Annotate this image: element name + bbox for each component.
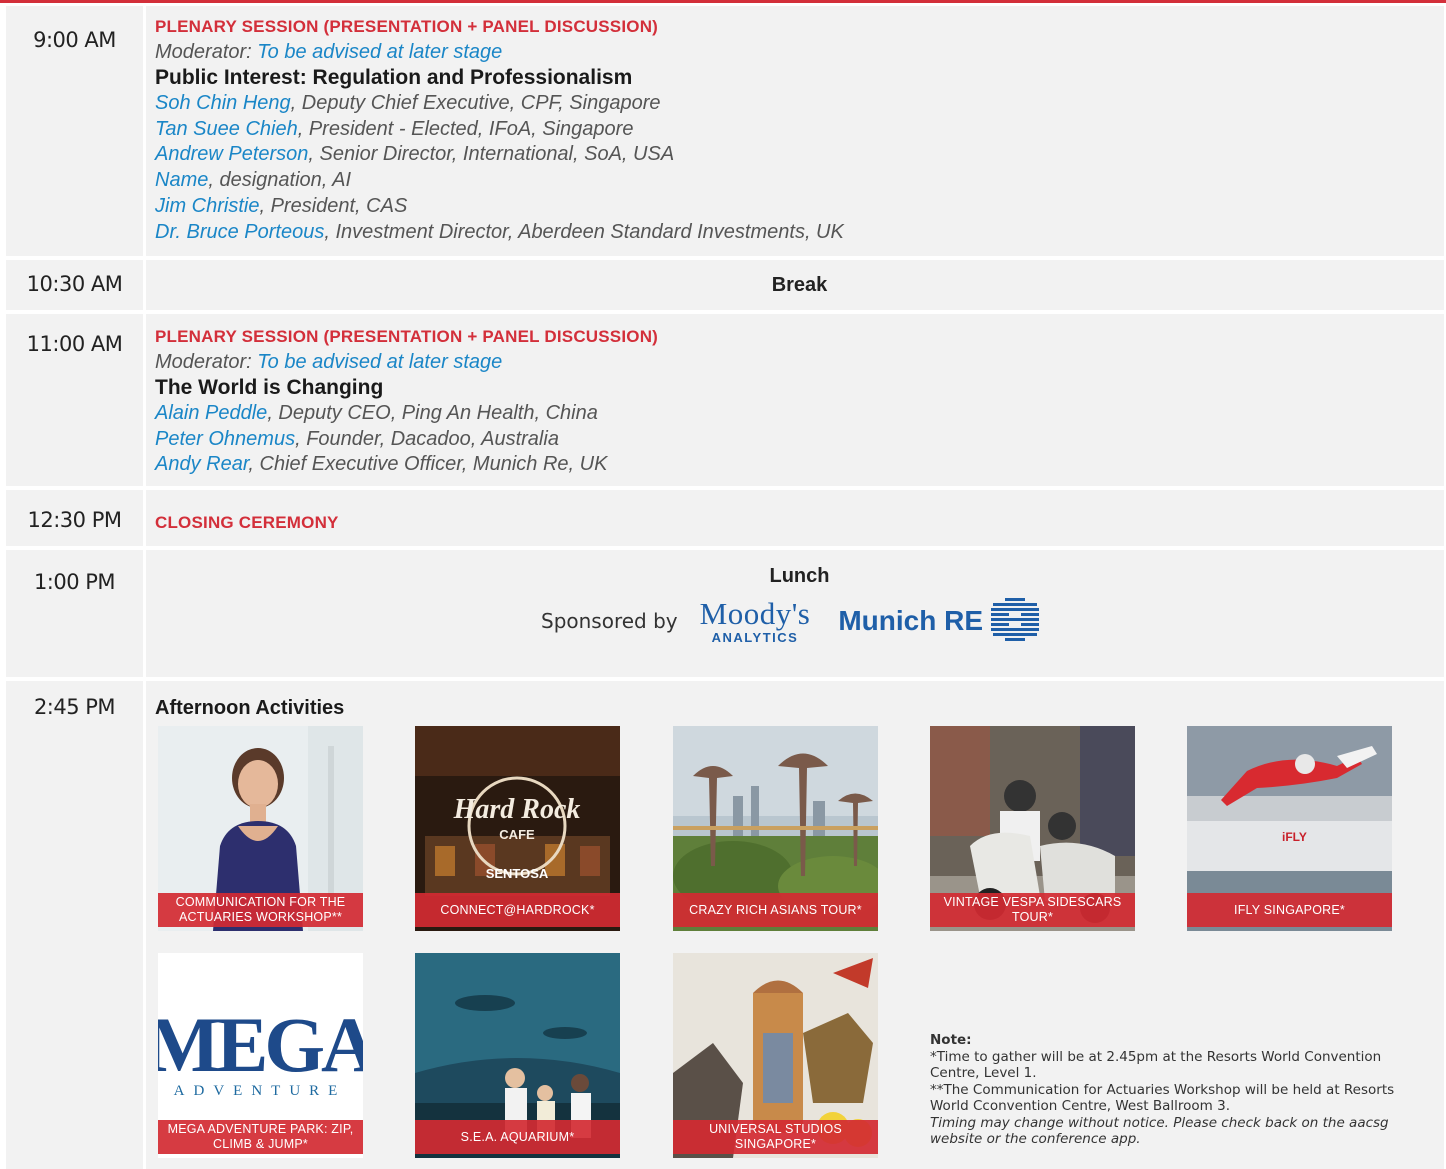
sentosa-sign: SENTOSA xyxy=(486,866,549,881)
note-line-3: Timing may change without notice. Please… xyxy=(930,1114,1389,1148)
schedule-row-1030: 10:30 AM Break xyxy=(6,260,1444,310)
moodys-analytics-logo: Moody's ANALYTICS xyxy=(700,598,811,644)
time-cell: 12:30 PM xyxy=(6,490,143,546)
speaker-role: , Investment Director, Aberdeen Standard… xyxy=(324,220,844,243)
session-cell: PLENARY SESSION (PRESENTATION + PANEL DI… xyxy=(146,6,1444,256)
munich-re-wordmark: Munich RE xyxy=(838,605,984,636)
activity-caption: VINTAGE VESPA SIDESCARS TOUR* xyxy=(930,893,1135,927)
session-cell: PLENARY SESSION (PRESENTATION + PANEL DI… xyxy=(146,314,1444,486)
moderator-line: Moderator: To be advised at later stage xyxy=(155,350,1444,375)
time-cell: 9:00 AM xyxy=(6,6,143,256)
munich-re-logo: Munich RE xyxy=(838,598,1040,644)
speaker-name[interactable]: Soh Chin Heng xyxy=(155,92,291,114)
speaker-role: , Senior Director, International, SoA, U… xyxy=(308,143,675,166)
activity-card-mega-adventure[interactable]: MEGA ADVENTURE MEGA ADVENTURE PARK: ZIP,… xyxy=(158,953,363,1158)
speaker-role: , Deputy Chief Executive, CPF, Singapore xyxy=(290,92,661,114)
speaker-name[interactable]: Dr. Bruce Porteous xyxy=(155,221,324,243)
closing-cell: CLOSING CEREMONY xyxy=(146,490,1444,546)
activity-card-hardrock[interactable]: Hard Rock CAFE SENTOSA CONNECT@HARDROCK* xyxy=(415,726,620,931)
speaker-role: , President, CAS xyxy=(259,194,408,217)
munich-re-emblem-icon xyxy=(991,598,1040,641)
activity-card-ifly[interactable]: iFLY IFLY SINGAPORE* xyxy=(1187,726,1392,931)
schedule-row-0900: 9:00 AM PLENARY SESSION (PRESENTATION + … xyxy=(6,6,1444,256)
moderator-value: To be advised at later stage xyxy=(257,351,503,373)
activity-card-universal-studios[interactable]: UNIVERSAL STUDIOS SINGAPORE* xyxy=(673,953,878,1158)
activity-caption: S.E.A. AQUARIUM* xyxy=(415,1120,620,1154)
session-type: PLENARY SESSION (PRESENTATION + PANEL DI… xyxy=(155,17,659,36)
moderator-label: Moderator: xyxy=(155,351,258,373)
sponsor-row: Sponsored by Moody's ANALYTICS Munich RE xyxy=(541,598,1040,644)
moodys-wordmark: Moody's xyxy=(699,596,811,631)
break-cell: Break xyxy=(146,260,1444,310)
speaker-line: Andrew Peterson, Senior Director, Intern… xyxy=(155,142,1444,168)
speaker-role: , Founder, Dacadoo, Australia xyxy=(295,427,559,450)
activity-card-workshop[interactable]: COMMUNICATION FOR THE ACTUARIES WORKSHOP… xyxy=(158,726,363,931)
time-cell: 2:45 PM xyxy=(6,681,143,1169)
note-heading: Note: xyxy=(930,1032,972,1048)
speaker-line: Soh Chin Heng, Deputy Chief Executive, C… xyxy=(155,91,1444,117)
time-cell: 11:00 AM xyxy=(6,314,143,486)
footnote: Note: *Time to gather will be at 2.45pm … xyxy=(930,1032,1400,1148)
break-label: Break xyxy=(771,274,828,296)
speaker-role: , President - Elected, IFoA, Singapore xyxy=(297,117,634,140)
speaker-name[interactable]: Alain Peddle xyxy=(155,402,267,424)
moderator-label: Moderator: xyxy=(155,41,258,63)
activity-card-sea-aquarium[interactable]: S.E.A. AQUARIUM* xyxy=(415,953,620,1158)
moderator-line: Moderator: To be advised at later stage xyxy=(155,40,1444,65)
afternoon-activities-title: Afternoon Activities xyxy=(155,697,345,719)
speaker-role: , Deputy CEO, Ping An Health, China xyxy=(267,402,598,424)
speaker-line: Dr. Bruce Porteous, Investment Director,… xyxy=(155,220,1444,246)
speaker-line: Jim Christie, President, CAS xyxy=(155,194,1444,220)
speaker-name[interactable]: Name xyxy=(155,169,208,191)
activity-card-crazy-rich-asians[interactable]: CRAZY RICH ASIANS TOUR* xyxy=(673,726,878,931)
top-rule xyxy=(0,0,1446,3)
note-line-1: *Time to gather will be at 2.45pm at the… xyxy=(930,1048,1382,1082)
mega-sign: MEGA xyxy=(158,1001,363,1088)
speaker-line: Tan Suee Chieh, President - Elected, IFo… xyxy=(155,117,1444,143)
speaker-role: , Chief Executive Officer, Munich Re, UK xyxy=(248,453,608,476)
schedule-row-1100: 11:00 AM PLENARY SESSION (PRESENTATION +… xyxy=(6,314,1444,486)
session-title: The World is Changing xyxy=(155,376,384,399)
activity-card-vespa[interactable]: VINTAGE VESPA SIDESCARS TOUR* xyxy=(930,726,1135,931)
note-line-2: **The Communication for Actuaries Worksh… xyxy=(930,1081,1395,1115)
session-title: Public Interest: Regulation and Professi… xyxy=(155,66,633,89)
speaker-line: Andy Rear, Chief Executive Officer, Muni… xyxy=(155,452,1444,478)
activity-caption: COMMUNICATION FOR THE ACTUARIES WORKSHOP… xyxy=(158,893,363,927)
time-cell: 10:30 AM xyxy=(6,260,143,310)
activity-caption: CRAZY RICH ASIANS TOUR* xyxy=(673,893,878,927)
speaker-name[interactable]: Tan Suee Chieh xyxy=(155,118,298,140)
speaker-line: Alain Peddle, Deputy CEO, Ping An Health… xyxy=(155,401,1444,427)
speaker-name[interactable]: Andrew Peterson xyxy=(155,143,308,165)
lunch-label: Lunch xyxy=(769,565,830,587)
speaker-line: Name, designation, AI xyxy=(155,168,1444,194)
activity-caption: MEGA ADVENTURE PARK: ZIP, CLIMB & JUMP* xyxy=(158,1120,363,1154)
schedule-row-1300: 1:00 PM Lunch Sponsored by Moody's ANALY… xyxy=(6,550,1444,677)
closing-ceremony-label: CLOSING CEREMONY xyxy=(155,513,339,532)
hardrock-cafe-sign: CAFE xyxy=(499,827,535,842)
hardrock-sign: Hard Rock xyxy=(453,794,581,825)
sponsored-by-label: Sponsored by xyxy=(541,609,678,633)
adventure-sign: ADVENTURE xyxy=(174,1083,347,1099)
time-cell: 1:00 PM xyxy=(6,550,143,677)
moderator-value: To be advised at later stage xyxy=(257,41,503,63)
activity-caption: IFLY SINGAPORE* xyxy=(1187,893,1392,927)
activity-caption: CONNECT@HARDROCK* xyxy=(415,893,620,927)
analytics-wordmark: ANALYTICS xyxy=(711,630,799,645)
activity-caption: UNIVERSAL STUDIOS SINGAPORE* xyxy=(673,1120,878,1154)
schedule-row-1230: 12:30 PM CLOSING CEREMONY xyxy=(6,490,1444,546)
speaker-role: , designation, AI xyxy=(208,169,352,192)
speaker-name[interactable]: Andy Rear xyxy=(155,453,248,475)
session-type: PLENARY SESSION (PRESENTATION + PANEL DI… xyxy=(155,327,659,346)
speaker-name[interactable]: Peter Ohnemus xyxy=(155,428,295,450)
lunch-cell: Lunch Sponsored by Moody's ANALYTICS Mun… xyxy=(146,550,1444,677)
ifly-sign: iFLY xyxy=(1282,830,1307,844)
speaker-line: Peter Ohnemus, Founder, Dacadoo, Austral… xyxy=(155,427,1444,453)
speaker-name[interactable]: Jim Christie xyxy=(155,195,259,217)
